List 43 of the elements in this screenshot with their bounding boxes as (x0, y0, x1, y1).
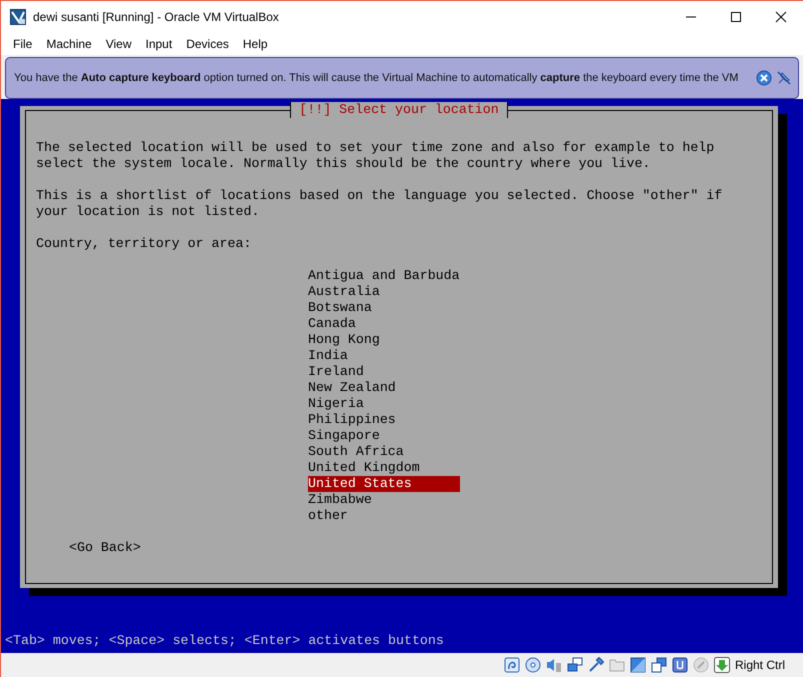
prompt-label: Country, territory or area: (36, 236, 252, 252)
location-item[interactable]: Ireland (308, 364, 460, 380)
location-item[interactable]: Canada (308, 316, 460, 332)
disc-icon[interactable] (524, 657, 541, 673)
paragraph: The selected location will be used to set your time zone and also for example to help select the system locale. Normally this should be the country where you live. (36, 140, 716, 172)
close-icon[interactable] (775, 11, 787, 23)
location-item[interactable]: Philippines (308, 412, 460, 428)
hint-text: <Tab> moves; <Space> selects; <Enter> activates buttons (5, 633, 445, 649)
pin-icon[interactable] (776, 70, 792, 86)
go-back-button[interactable]: <Go Back> (69, 540, 141, 556)
location-item[interactable]: United Kingdom (308, 460, 460, 476)
notification-text: You have the Auto capture keyboard option turned on. This will cause the Virtual Machine to automatically capture the keyboard every time the VM (14, 72, 740, 84)
maximize-icon[interactable] (730, 11, 742, 23)
menu-item[interactable]: View (98, 37, 138, 51)
network-icon[interactable] (566, 657, 583, 673)
speaker-icon[interactable] (546, 657, 562, 673)
chip-icon[interactable] (672, 657, 688, 673)
dialog-title: [!!] Select your location (290, 102, 508, 118)
location-item[interactable]: Zimbabwe (308, 492, 460, 508)
location-item[interactable]: South Africa (308, 444, 460, 460)
monitor-icon[interactable] (630, 657, 646, 673)
menu-item[interactable]: File (6, 37, 40, 51)
location-item[interactable]: New Zealand (308, 380, 460, 396)
paragraph: This is a shortlist of locations based on the language you selected. Choose "other" if your location is not listed. (36, 188, 724, 220)
close-icon[interactable] (756, 70, 772, 86)
location-item[interactable]: other (308, 508, 460, 524)
location-item[interactable]: Australia (308, 284, 460, 300)
location-item[interactable]: India (308, 348, 460, 364)
location-item[interactable]: United States (308, 476, 460, 492)
menu-item[interactable]: Input (138, 37, 180, 51)
window-title: dewi susanti [Running] - Oracle VM VirtualBox (33, 10, 279, 24)
location-item[interactable]: Botswana (308, 300, 460, 316)
location-item[interactable]: Singapore (308, 428, 460, 444)
host-key-label: Right Ctrl (734, 658, 785, 672)
location-item[interactable]: Hong Kong (308, 332, 460, 348)
windows-icon[interactable] (650, 657, 667, 673)
location-item[interactable]: Antigua and Barbuda (308, 268, 460, 284)
down-arrow-icon[interactable] (714, 657, 730, 673)
app-icon (10, 9, 26, 25)
menu-item[interactable]: Devices (179, 37, 236, 51)
menu-item[interactable]: Machine (39, 37, 99, 51)
location-item[interactable]: Nigeria (308, 396, 460, 412)
menu-item[interactable]: Help (236, 37, 275, 51)
